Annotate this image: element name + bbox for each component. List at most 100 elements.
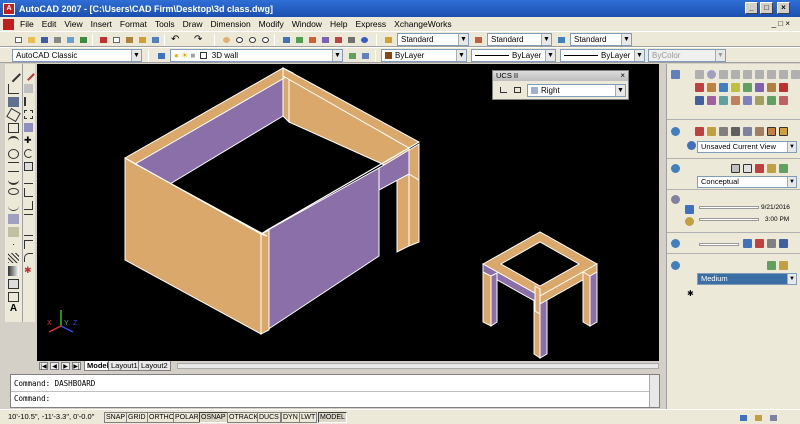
insert-block-icon[interactable]	[8, 214, 19, 224]
linetype-select[interactable]: ByLayer ▼	[471, 49, 556, 62]
rectangle-icon[interactable]	[8, 123, 19, 133]
render-button-icon[interactable]	[755, 239, 764, 248]
slice-icon[interactable]	[755, 83, 764, 92]
render-quality-slider[interactable]	[699, 243, 739, 246]
offset-icon[interactable]	[24, 110, 33, 119]
realistic-icon[interactable]	[755, 164, 764, 173]
pan-icon[interactable]	[220, 34, 232, 45]
menu-window[interactable]: Window	[288, 19, 326, 29]
environment-icon[interactable]	[767, 239, 776, 248]
circle-icon[interactable]	[8, 149, 19, 159]
dyn-toggle[interactable]: DYN	[281, 412, 300, 423]
calendar-icon[interactable]	[685, 205, 694, 214]
menu-xchangeworks[interactable]: XchangeWorks	[390, 19, 455, 29]
new-icon[interactable]	[12, 34, 24, 45]
construction-line-icon[interactable]	[8, 84, 19, 94]
menu-draw[interactable]: Draw	[179, 19, 207, 29]
text-style-icon[interactable]	[382, 34, 394, 45]
minimize-icon[interactable]: _	[745, 2, 758, 14]
revolve-icon[interactable]	[707, 83, 716, 92]
tab-prev-icon[interactable]: ◀	[50, 362, 59, 370]
join-icon[interactable]	[24, 227, 33, 236]
tab-layout1[interactable]: Layout1	[108, 361, 141, 371]
tool-palettes-icon[interactable]	[306, 34, 318, 45]
3d-orbit-icon[interactable]	[719, 127, 728, 136]
dim-style-select[interactable]: Standard ▼	[487, 33, 552, 46]
hatch-icon[interactable]	[8, 253, 19, 263]
tab-first-icon[interactable]: |◀	[39, 362, 48, 370]
gradient-icon[interactable]	[8, 266, 19, 276]
trim-icon[interactable]	[24, 188, 33, 197]
wedge-icon[interactable]	[743, 70, 752, 79]
properties-icon[interactable]	[280, 34, 292, 45]
maximize-icon[interactable]: □	[760, 2, 773, 14]
3d-hidden-icon[interactable]	[743, 164, 752, 173]
redo-icon[interactable]: ↷	[193, 34, 205, 45]
multiline-text-icon[interactable]: A	[8, 304, 19, 314]
make-block-icon[interactable]	[8, 227, 19, 237]
quickcalc-icon[interactable]	[345, 34, 357, 45]
menu-help[interactable]: Help	[326, 19, 351, 29]
attach-material-icon[interactable]	[779, 261, 788, 270]
lineweight-select[interactable]: ByLayer ▼	[560, 49, 645, 62]
preview-icon[interactable]	[64, 34, 76, 45]
thicken-icon[interactable]	[767, 83, 776, 92]
menu-express[interactable]: Express	[351, 19, 390, 29]
visual-styles-icon[interactable]	[671, 164, 680, 173]
fillet-icon[interactable]	[24, 253, 33, 262]
visual-style-select[interactable]: Conceptual ▼	[697, 176, 797, 188]
menu-modify[interactable]: Modify	[255, 19, 288, 29]
rotate-icon[interactable]	[24, 149, 33, 158]
otrack-toggle[interactable]: OTRACK	[227, 412, 261, 423]
menu-format[interactable]: Format	[116, 19, 151, 29]
walk-icon[interactable]	[743, 127, 752, 136]
workspace-select[interactable]: AutoCAD Classic ▼	[12, 49, 142, 62]
revision-cloud-icon[interactable]	[8, 162, 19, 172]
materials-icon[interactable]	[743, 239, 752, 248]
color-select[interactable]: ByLayer ▼	[381, 49, 467, 62]
fly-icon[interactable]	[755, 127, 764, 136]
close-icon[interactable]: ×	[620, 71, 625, 81]
table-style-icon[interactable]	[555, 34, 567, 45]
text-style-select[interactable]: Standard ▼	[397, 33, 469, 46]
snap-toggle[interactable]: SNAP	[104, 412, 128, 423]
layer-select[interactable]: ● ☀ ■ 3D wall ▼	[170, 49, 343, 62]
sun-time[interactable]: 3:00 PM	[765, 216, 789, 223]
command-prompt[interactable]: Command:	[11, 394, 659, 404]
3d-array-icon[interactable]	[767, 96, 776, 105]
sphere-icon[interactable]	[707, 70, 716, 79]
undo-icon[interactable]: ↶	[170, 34, 182, 45]
intersect-icon[interactable]	[707, 96, 716, 105]
light-icon[interactable]	[671, 195, 680, 204]
polar-toggle[interactable]: POLAR	[173, 412, 201, 423]
open-icon[interactable]	[25, 34, 37, 45]
3d-move-icon[interactable]	[731, 96, 740, 105]
box-icon[interactable]	[695, 70, 704, 79]
polygon-icon[interactable]	[6, 107, 21, 123]
conceptual-icon[interactable]	[767, 164, 776, 173]
3d-align-icon[interactable]	[755, 96, 764, 105]
menu-tools[interactable]: Tools	[151, 19, 179, 29]
ucs-ii-header[interactable]: UCS II ×	[493, 71, 628, 81]
drawing-viewport[interactable]: X Y Z	[37, 64, 659, 361]
array-icon[interactable]	[24, 123, 33, 132]
brightness-slider[interactable]	[699, 206, 759, 209]
display-ucs-dialog-icon[interactable]	[497, 84, 509, 95]
point-icon[interactable]: ·	[8, 240, 19, 250]
cylinder-icon[interactable]	[719, 70, 728, 79]
room-walls-model[interactable]	[124, 67, 421, 335]
extrude-icon[interactable]	[695, 83, 704, 92]
view-select[interactable]: Unsaved Current View ▼	[697, 141, 797, 153]
torus-icon[interactable]	[767, 70, 776, 79]
grid-toggle[interactable]: GRID	[126, 412, 148, 423]
planar-surface-icon[interactable]	[779, 70, 788, 79]
command-window[interactable]: Command: DASHBOARD Command:	[10, 374, 660, 408]
view-manager-icon[interactable]	[687, 141, 696, 150]
3d-rotate-icon[interactable]	[743, 96, 752, 105]
menu-view[interactable]: View	[60, 19, 86, 29]
move-icon[interactable]: ✚	[24, 136, 33, 145]
zoom-realtime-icon[interactable]	[233, 34, 245, 45]
menu-insert[interactable]: Insert	[87, 19, 116, 29]
zoom-previous-icon[interactable]	[259, 34, 271, 45]
erase-icon[interactable]	[22, 68, 35, 81]
